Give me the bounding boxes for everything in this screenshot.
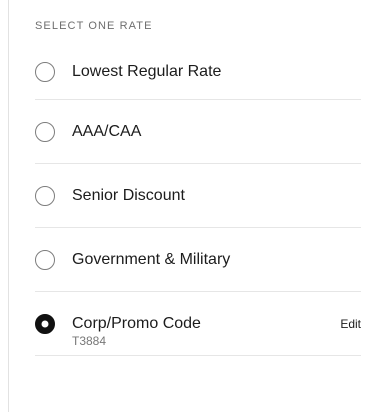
rate-option-label: Senior Discount <box>72 186 185 204</box>
radio-button[interactable] <box>35 249 55 270</box>
rate-option-label: Lowest Regular Rate <box>72 62 222 80</box>
radio-button[interactable] <box>35 121 55 142</box>
rate-option-corp-promo-code[interactable]: Corp/Promo Code T3884 Edit <box>35 292 361 356</box>
rate-option-lowest-regular[interactable]: Lowest Regular Rate <box>35 44 361 100</box>
promo-code-value: T3884 <box>72 334 107 348</box>
rate-option-senior-discount[interactable]: Senior Discount <box>35 164 361 228</box>
rate-list: Lowest Regular Rate AAA/CAA Senior Disco… <box>35 44 361 356</box>
rate-option-label: Government & Military <box>72 250 231 268</box>
radio-button[interactable] <box>35 185 55 206</box>
rate-option-government-military[interactable]: Government & Military <box>35 228 361 292</box>
rate-option-label: Corp/Promo Code <box>72 315 201 332</box>
panel-left-border <box>8 0 9 412</box>
rate-option-aaa-caa[interactable]: AAA/CAA <box>35 100 361 164</box>
rate-selection-panel: SELECT ONE RATE Lowest Regular Rate AAA/… <box>0 0 386 412</box>
radio-button[interactable] <box>35 61 55 82</box>
rate-option-label: AAA/CAA <box>72 122 142 140</box>
radio-button-selected[interactable] <box>35 313 55 334</box>
section-heading: SELECT ONE RATE <box>35 20 153 32</box>
edit-promo-code-link[interactable]: Edit <box>340 317 361 331</box>
